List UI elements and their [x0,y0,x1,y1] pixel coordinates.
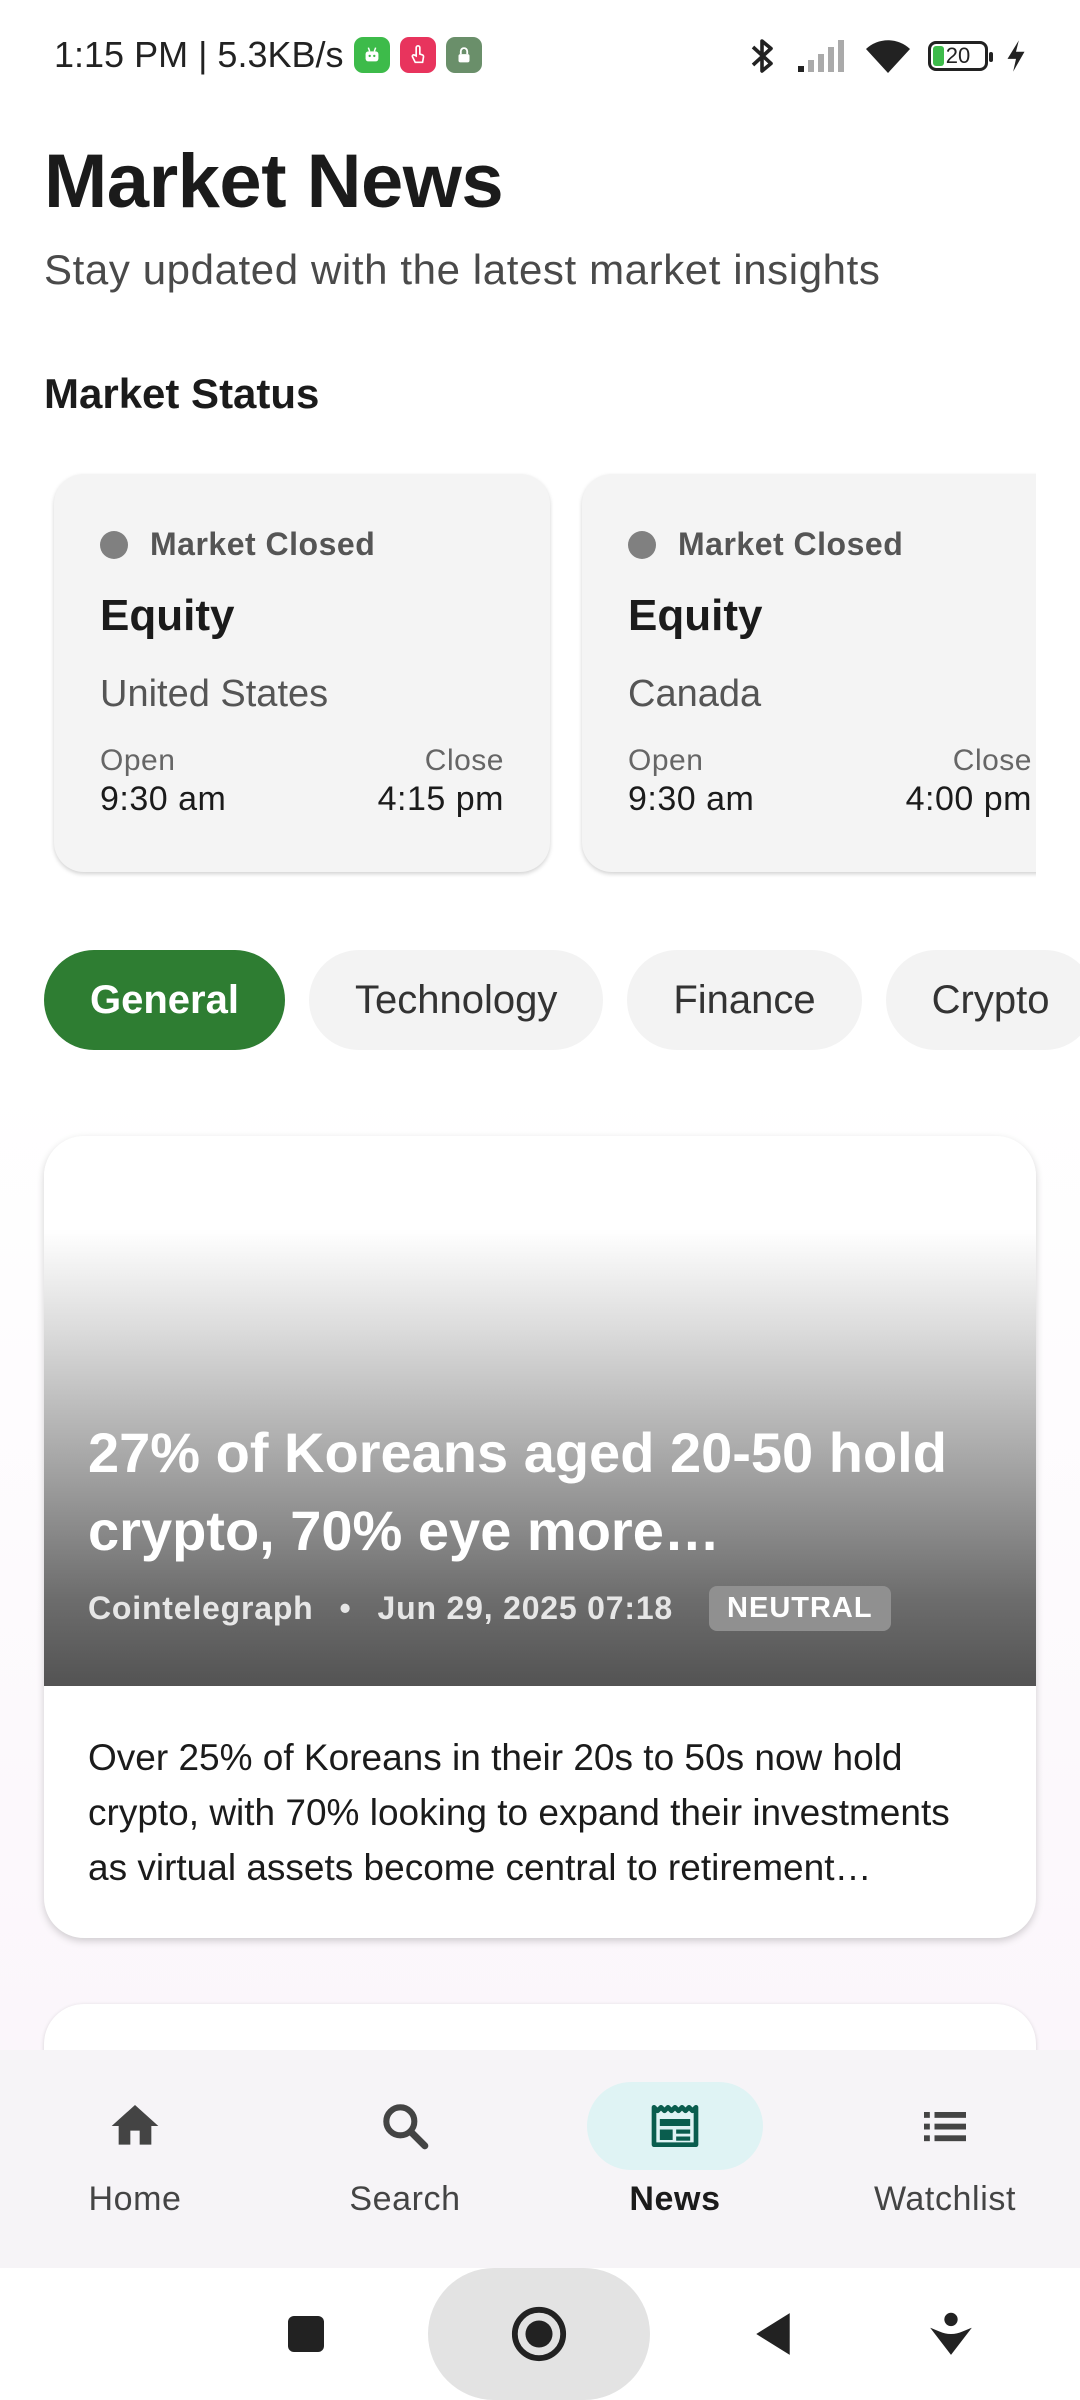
recents-button[interactable] [270,2268,342,2400]
nav-watchlist-icon-wrap [857,2082,1033,2170]
bottom-navigation: Home Search News Watchlist [0,2050,1080,2268]
page-title: Market News [44,139,504,224]
close-hours: Close 4:15 pm [378,744,504,819]
back-triangle-icon [756,2313,790,2355]
battery-level: 20 [945,43,971,68]
assist-icon [930,2312,972,2355]
newspaper-icon [651,2105,699,2147]
nav-watchlist-label: Watchlist [873,2180,1017,2218]
chip-general[interactable]: General [44,950,285,1050]
page-subtitle: Stay updated with the latest market insi… [44,246,881,293]
signal-icon [798,40,844,72]
market-hours: Open 9:30 am Close 4:00 pm [628,744,1032,819]
news-card[interactable]: 27% of Koreans aged 20-50 hold crypto, 7… [44,1136,1036,1938]
market-card-united-states[interactable]: Market Closed Equity United States Open … [54,474,550,872]
touch-app-icon [399,37,436,73]
sentiment-badge: NEUTRAL [709,1586,891,1631]
close-label: Close [952,744,1032,777]
market-status-text: Market Closed [678,526,904,562]
bluetooth-icon [751,39,773,73]
news-meta: Cointelegraph • Jun 29, 2025 07:18 NEUTR… [88,1586,891,1631]
android-app-icon [353,37,390,73]
status-bar: 1:15 PM | 5.3KB/s 20 [0,0,1080,110]
lock-app-icon [445,37,482,73]
search-icon [383,2104,429,2150]
news-headline: 27% of Koreans aged 20-50 hold crypto, 7… [88,1421,947,1562]
market-status-title: Market Status [44,370,320,417]
nav-search[interactable]: Search [270,2050,540,2268]
nav-search-label: Search [349,2180,461,2218]
market-status-text: Market Closed [150,526,376,562]
home-icon [111,2105,159,2145]
market-card-canada[interactable]: Market Closed Equity Canada Open 9:30 am… [582,474,1036,872]
system-navigation-bar [0,2268,1080,2400]
status-right: 20 [744,36,1028,76]
battery-icon: 20 [928,41,993,71]
news-summary: Over 25% of Koreans in their 20s to 50s … [88,1737,950,1888]
market-hours: Open 9:30 am Close 4:15 pm [100,744,504,819]
news-datetime: Jun 29, 2025 07:18 [377,1590,674,1626]
status-dot-icon [100,530,128,559]
open-label: Open [628,744,704,777]
wifi-icon [866,40,910,73]
chip-technology[interactable]: Technology [308,950,604,1050]
meta-separator: • [339,1590,352,1626]
chip-crypto[interactable]: Crypto [885,950,1080,1050]
nav-home[interactable]: Home [0,2050,270,2268]
close-label: Close [424,744,504,777]
market-type: Equity [628,591,763,640]
open-hours: Open 9:30 am [100,744,226,819]
nav-news-icon-wrap [587,2082,763,2170]
market-status-carousel[interactable]: Market Closed Equity United States Open … [0,470,1036,880]
open-time: 9:30 am [100,780,227,818]
market-country: United States [100,673,329,715]
status-left: 1:15 PM | 5.3KB/s [54,34,482,76]
nav-home-icon-wrap [47,2082,223,2170]
category-chips: General Technology Finance Crypto [44,950,1080,1050]
open-hours: Open 9:30 am [628,744,754,819]
status-time-speed: 1:15 PM | 5.3KB/s [54,34,344,75]
nav-news-label: News [629,2180,721,2218]
market-type: Equity [100,591,235,640]
recents-square-icon [288,2316,324,2352]
nav-watchlist[interactable]: Watchlist [810,2050,1080,2268]
market-status-indicator: Market Closed [628,526,1032,563]
close-time: 4:00 pm [905,780,1032,818]
home-circle-icon [511,2306,567,2362]
nav-home-label: Home [88,2180,182,2218]
charging-icon [1007,40,1025,72]
news-screen: 1:15 PM | 5.3KB/s 20 Market News Stay up… [0,0,1080,2400]
status-dot-icon [628,530,656,559]
nav-news[interactable]: News [540,2050,810,2268]
back-button[interactable] [738,2268,808,2400]
close-time: 4:15 pm [377,780,504,818]
market-country: Canada [628,673,762,715]
assist-button[interactable] [916,2268,986,2400]
chip-finance[interactable]: Finance [627,950,862,1050]
nav-search-icon-wrap [317,2082,493,2170]
market-status-indicator: Market Closed [100,526,504,563]
home-button[interactable] [428,2268,650,2400]
news-source: Cointelegraph [88,1590,314,1626]
close-hours: Close 4:00 pm [906,744,1032,819]
open-time: 9:30 am [628,780,755,818]
list-icon [924,2112,966,2142]
open-label: Open [100,744,176,777]
